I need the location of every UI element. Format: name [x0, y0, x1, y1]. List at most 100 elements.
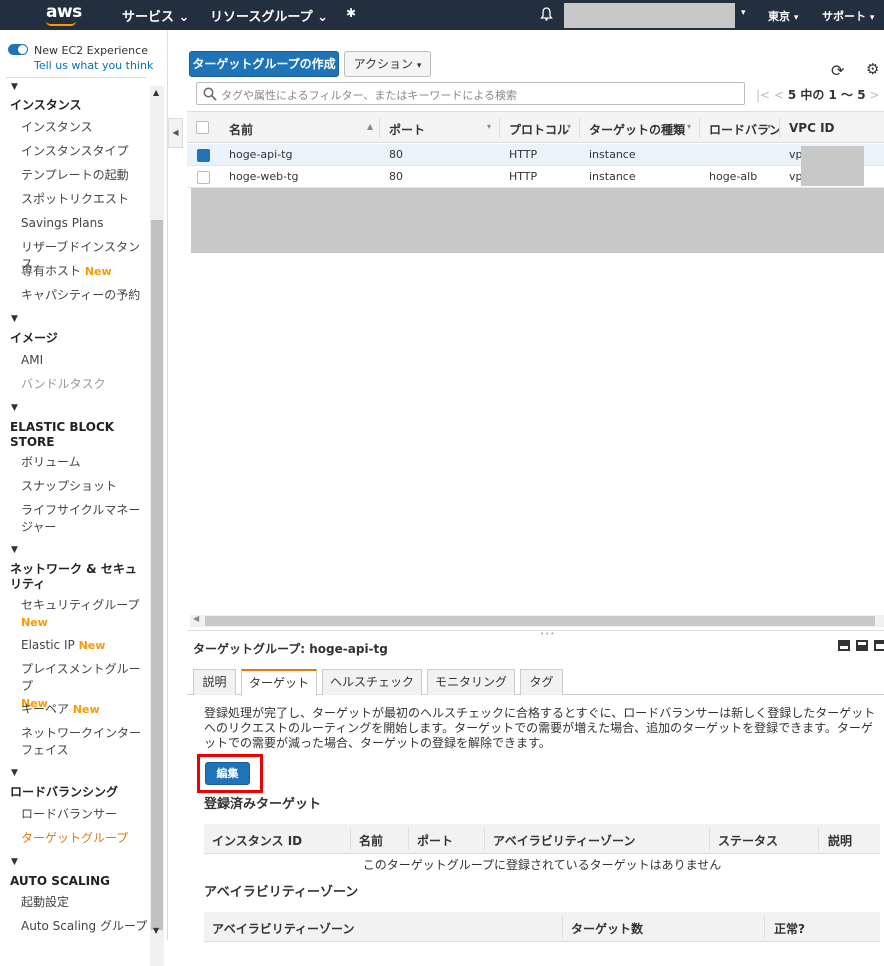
column-header-port[interactable]: ポート [417, 832, 453, 849]
pane-splitter[interactable] [187, 630, 884, 631]
column-header-instance-id[interactable]: インスタンス ID [212, 832, 302, 849]
prev-page-icon[interactable]: < [774, 88, 784, 102]
scroll-up-icon[interactable]: ▲ [153, 88, 159, 97]
sidebar-item-snapshots[interactable]: スナップショット [21, 478, 149, 495]
sidebar-item-security-groups[interactable]: セキュリティグループ New [21, 597, 149, 631]
actions-dropdown[interactable]: アクション ▾ [344, 51, 431, 77]
availability-zones-table-header: アベイラビリティーゾーン ターゲット数 正常? [204, 912, 880, 942]
column-header-target-count[interactable]: ターゲット数 [571, 920, 643, 937]
column-header-name[interactable]: 名前 [229, 121, 253, 138]
first-page-icon[interactable]: |< [756, 88, 770, 102]
chevron-down-icon: ▾ [793, 13, 799, 23]
pane-split-icon[interactable] [856, 640, 868, 651]
account-chevron-icon[interactable]: ▾ [741, 8, 746, 18]
sidebar-section-images: イメージ [10, 331, 58, 345]
column-header-protocol[interactable]: プロトコル [509, 121, 569, 138]
sidebar-item-auto-scaling-groups[interactable]: Auto Scaling グループ [21, 918, 151, 935]
column-header-target-type[interactable]: ターゲットの種類 [589, 121, 685, 138]
column-header-name[interactable]: 名前 [359, 832, 383, 849]
scroll-left-icon[interactable]: ◀ [193, 614, 199, 623]
gear-icon[interactable]: ⚙ [866, 60, 879, 78]
sidebar-item-bundle-tasks[interactable]: バンドルタスク [21, 376, 149, 393]
column-filter-icon[interactable]: ▾ [567, 122, 571, 131]
row-checkbox[interactable] [197, 149, 210, 162]
sidebar-item-dedicated-hosts[interactable]: 専有ホスト New [21, 263, 149, 280]
sidebar-collapse-button[interactable]: ◀ [168, 118, 183, 148]
sidebar-item-savings-plans[interactable]: Savings Plans [21, 215, 149, 232]
column-header-port[interactable]: ポート [389, 121, 425, 138]
create-target-group-button[interactable]: ターゲットグループの作成 [189, 51, 339, 77]
column-filter-icon[interactable]: ▾ [487, 122, 491, 131]
account-name-redacted[interactable] [564, 3, 735, 28]
sidebar-item-capacity-reservations[interactable]: キャパシティーの予約 [21, 287, 149, 304]
tab-health-check[interactable]: ヘルスチェック [322, 669, 422, 695]
support-menu[interactable]: サポート ▾ [822, 8, 874, 24]
caret-down-icon[interactable]: ▼ [11, 314, 18, 324]
horizontal-scroll-thumb[interactable] [205, 616, 875, 626]
sidebar-item-ami[interactable]: AMI [21, 352, 149, 369]
sidebar-item-target-groups[interactable]: ターゲットグループ [21, 830, 149, 847]
caret-down-icon[interactable]: ▼ [11, 82, 18, 92]
sidebar-item-launch-templates[interactable]: テンプレートの起動 [21, 167, 149, 184]
column-header-status[interactable]: ステータス [718, 832, 778, 849]
caret-down-icon[interactable]: ▼ [11, 768, 18, 778]
table-row[interactable]: hoge-api-tg 80 HTTP instance vpc [187, 144, 884, 166]
support-label: サポート [822, 10, 866, 23]
tab-tags[interactable]: タグ [520, 669, 563, 695]
services-menu[interactable]: サービス ⌄ [122, 6, 189, 25]
column-header-healthy[interactable]: 正常? [774, 920, 805, 937]
bell-icon[interactable] [540, 7, 553, 21]
row-checkbox[interactable] [197, 171, 210, 184]
new-badge: New [78, 639, 106, 652]
cell-protocol: HTTP [509, 148, 538, 161]
sidebar-item-instances[interactable]: インスタンス [21, 119, 149, 136]
aws-logo[interactable]: aws [46, 2, 82, 22]
table-row[interactable]: hoge-web-tg 80 HTTP instance hoge-alb vp… [187, 166, 884, 188]
sidebar-item-network-interfaces[interactable]: ネットワークインターフェイス [21, 725, 149, 759]
splitter-handle-icon[interactable]: ••• [540, 630, 555, 638]
sort-ascending-icon[interactable]: ▲ [367, 122, 373, 131]
refresh-icon[interactable]: ⟳ [831, 61, 844, 80]
pane-minimize-icon[interactable] [874, 640, 884, 651]
sidebar-item-launch-configurations[interactable]: 起動設定 [21, 894, 149, 911]
scroll-down-icon[interactable]: ▼ [153, 926, 159, 935]
cell-protocol: HTTP [509, 170, 538, 183]
caret-down-icon[interactable]: ▼ [11, 403, 18, 413]
resource-groups-menu[interactable]: リソースグループ ⌄ [210, 6, 328, 25]
sidebar-item-key-pairs[interactable]: キーペア New [21, 701, 149, 718]
sidebar-item-spot-requests[interactable]: スポットリクエスト [21, 191, 149, 208]
caret-down-icon[interactable]: ▼ [11, 545, 18, 555]
column-filter-icon[interactable]: ▾ [767, 122, 771, 131]
region-menu[interactable]: 東京 ▾ [768, 8, 798, 24]
column-header-availability-zone[interactable]: アベイラビリティーゾーン [493, 832, 635, 849]
sidebar-item-lifecycle-manager[interactable]: ライフサイクルマネージャー [21, 502, 149, 536]
tab-targets[interactable]: ターゲット [241, 669, 317, 696]
registered-targets-title: 登録済みターゲット [204, 797, 322, 812]
column-filter-icon[interactable]: ▾ [687, 122, 691, 131]
search-input[interactable]: タグや属性によるフィルター、またはキーワードによる検索 [196, 82, 745, 105]
pin-icon[interactable]: ✱ [346, 6, 356, 20]
new-experience-toggle[interactable] [8, 44, 28, 55]
pane-maximize-icon[interactable] [838, 640, 850, 651]
availability-zones-title: アベイラビリティーゾーン [204, 885, 359, 900]
feedback-link[interactable]: Tell us what you think [34, 59, 153, 72]
sidebar-item-instance-types[interactable]: インスタンスタイプ [21, 143, 149, 160]
sidebar-item-label: プレイスメントグループ [21, 662, 141, 693]
edit-button[interactable]: 編集 [205, 762, 250, 785]
empty-targets-message: このターゲットグループに登録されているターゲットはありません [362, 858, 722, 872]
sidebar-item-elastic-ip[interactable]: Elastic IP New [21, 637, 149, 654]
caret-down-icon[interactable]: ▼ [11, 857, 18, 867]
column-header-availability-zone[interactable]: アベイラビリティーゾーン [212, 920, 354, 937]
new-badge: New [84, 265, 112, 278]
new-badge: New [21, 616, 48, 629]
sidebar-scroll-thumb[interactable] [151, 220, 163, 930]
sidebar-item-load-balancers[interactable]: ロードバランサー [21, 806, 149, 823]
tab-monitoring[interactable]: モニタリング [427, 669, 515, 695]
sidebar-item-volumes[interactable]: ボリューム [21, 454, 149, 471]
cell-name: hoge-web-tg [229, 170, 299, 183]
tab-description[interactable]: 説明 [193, 669, 236, 695]
next-page-icon[interactable]: > [869, 88, 879, 102]
column-header-vpc-id[interactable]: VPC ID [789, 121, 835, 135]
column-header-description[interactable]: 説明 [828, 832, 852, 849]
select-all-checkbox[interactable] [196, 121, 209, 134]
